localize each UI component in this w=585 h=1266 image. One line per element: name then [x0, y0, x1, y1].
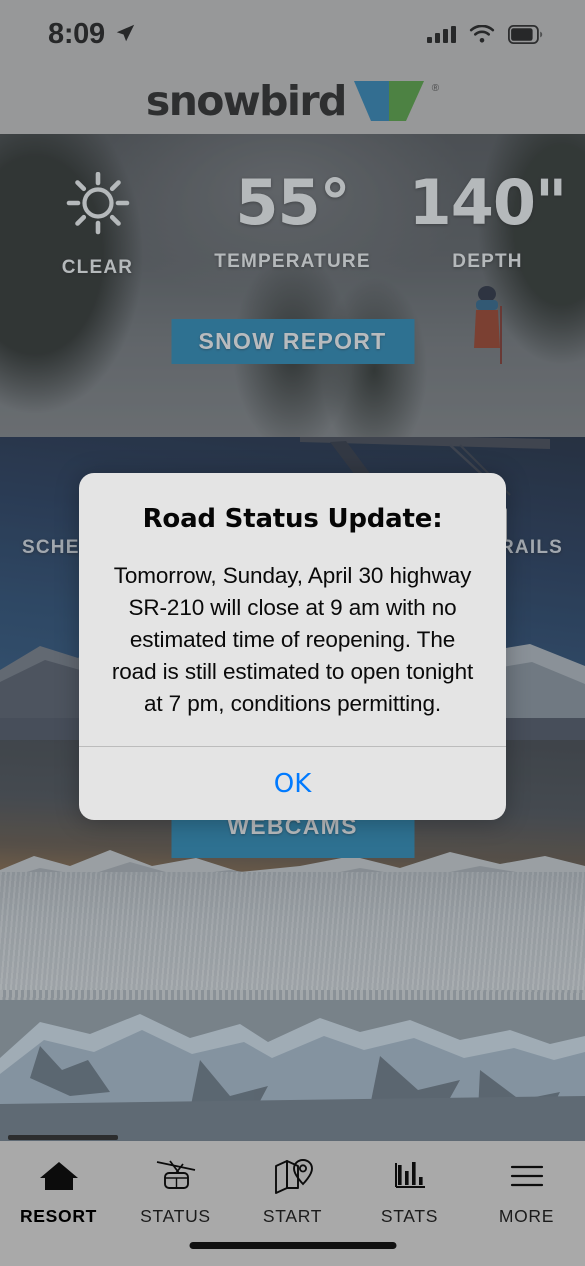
status-bar: 8:09	[0, 0, 585, 68]
registered-mark: ®	[431, 83, 440, 94]
temperature-cell: 55° TEMPERATURE	[195, 172, 390, 273]
bar-chart-icon	[394, 1162, 425, 1188]
hamburger-menu-icon	[510, 1165, 543, 1187]
weather-condition-label: CLEAR	[61, 257, 134, 278]
weather-hero-panel: CLEAR 55° TEMPERATURE 140" DEPTH SNOW RE…	[0, 134, 585, 437]
battery-icon	[508, 24, 543, 44]
home-indicator[interactable]	[189, 1242, 396, 1249]
groomed-snow-surface	[0, 872, 585, 990]
road-status-modal: Road Status Update: Tomorrow, Sunday, Ap…	[79, 473, 506, 820]
status-bar-left: 8:09	[48, 18, 136, 51]
tab-status-label: STATUS	[140, 1206, 211, 1226]
modal-message: Tomorrow, Sunday, April 30 highway SR-21…	[111, 563, 474, 716]
depth-cell: 140" DEPTH	[390, 172, 585, 273]
tab-more-label: MORE	[498, 1206, 555, 1226]
snow-report-button[interactable]: SNOW REPORT	[171, 319, 414, 364]
brand-logo[interactable]: snowbird ®	[146, 79, 439, 123]
modal-title: Road Status Update:	[142, 504, 443, 534]
scroll-position-marker	[8, 1135, 118, 1140]
weather-condition-cell: CLEAR	[0, 172, 195, 279]
snowbird-bird-logo	[353, 81, 424, 121]
tab-resort-label: RESORT	[19, 1206, 98, 1226]
temperature-label: TEMPERATURE	[214, 251, 371, 272]
wifi-icon	[469, 24, 495, 43]
app-screen: 8:09 snowbird ® CLEAR 55° TEMPERATURE 14…	[0, 0, 585, 1266]
weather-stats-row: CLEAR 55° TEMPERATURE 140" DEPTH	[0, 172, 585, 279]
status-bar-right	[427, 24, 543, 44]
home-icon	[39, 1162, 78, 1190]
cellular-signal-icon	[427, 25, 456, 43]
tab-stats[interactable]: STATS	[351, 1157, 468, 1227]
map-pin-icon	[274, 1159, 313, 1194]
modal-body: Road Status Update: Tomorrow, Sunday, Ap…	[79, 473, 506, 746]
tab-stats-label: STATS	[380, 1206, 439, 1226]
temperature-value: 55°	[235, 166, 350, 239]
panorama-panel	[0, 990, 585, 1141]
location-arrow-icon	[116, 24, 135, 42]
tab-resort[interactable]: RESORT	[0, 1157, 117, 1227]
tab-status[interactable]: STATUS	[117, 1157, 234, 1227]
app-header: snowbird ®	[0, 68, 585, 134]
snowy-mountain-range-photo	[0, 1000, 585, 1141]
modal-ok-button[interactable]: OK	[79, 747, 506, 820]
depth-label: DEPTH	[452, 251, 523, 272]
tab-start-label: START	[262, 1206, 323, 1226]
brand-wordmark: snowbird	[145, 76, 347, 125]
tab-more[interactable]: MORE	[468, 1157, 585, 1227]
tab-start[interactable]: START	[234, 1157, 351, 1227]
sun-clear-icon	[66, 172, 129, 235]
status-bar-clock: 8:09	[48, 17, 105, 50]
tram-icon	[156, 1160, 195, 1189]
depth-value: 140"	[408, 166, 568, 239]
